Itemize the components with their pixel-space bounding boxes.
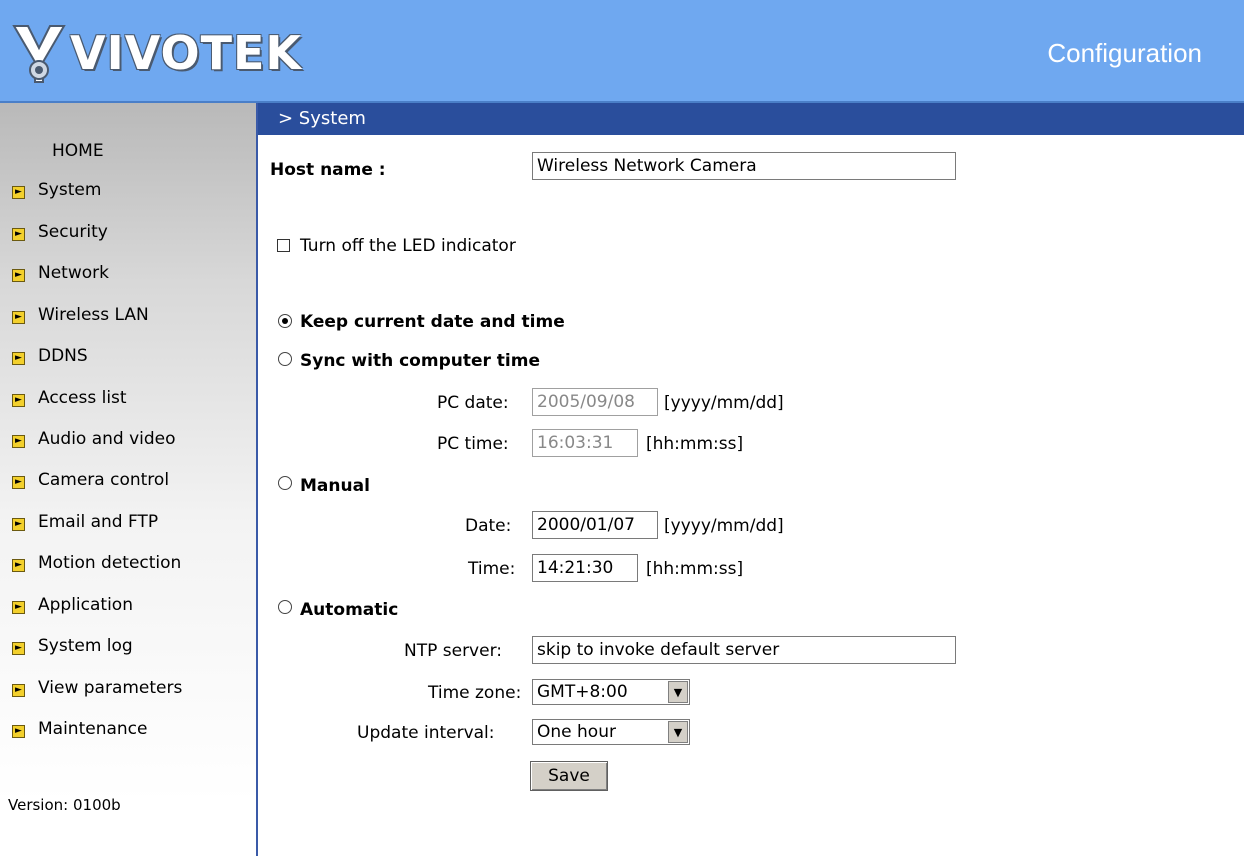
brand-wordmark: VIVOTEK xyxy=(70,26,303,80)
sidebar-item-label: Network xyxy=(38,263,109,283)
dropdown-arrow-icon[interactable]: ▼ xyxy=(668,681,688,703)
update-interval-value: One hour xyxy=(537,722,616,742)
sidebar-item-label: View parameters xyxy=(38,678,183,698)
arrow-right-icon: ► xyxy=(12,724,25,738)
version-label: Version: 0100b xyxy=(8,796,121,814)
sidebar-item-ddns[interactable]: ► DDNS xyxy=(12,344,88,368)
sidebar-item-security[interactable]: ► Security xyxy=(12,220,108,244)
update-interval-select[interactable]: One hour ▼ xyxy=(532,719,690,745)
time-zone-label: Time zone: xyxy=(428,683,522,703)
section-title: > System xyxy=(258,103,1244,135)
sidebar-item-system-log[interactable]: ► System log xyxy=(12,634,133,658)
vivotek-logo-icon xyxy=(12,25,66,83)
sidebar-item-motion-detection[interactable]: ► Motion detection xyxy=(12,551,181,575)
sidebar: HOME ► System ► Security ► Network ► Wir… xyxy=(0,103,258,856)
arrow-right-icon: ► xyxy=(12,641,25,655)
sync-time-label: Sync with computer time xyxy=(300,351,541,371)
time-label: Time: xyxy=(468,559,516,579)
pc-time-input[interactable]: 16:03:31 xyxy=(532,429,638,457)
sidebar-item-application[interactable]: ► Application xyxy=(12,593,133,617)
sidebar-item-label: System xyxy=(38,180,102,200)
host-name-input[interactable]: Wireless Network Camera xyxy=(532,152,956,180)
arrow-right-icon: ► xyxy=(12,683,25,697)
pc-time-label: PC time: xyxy=(437,434,509,454)
time-input[interactable]: 14:21:30 xyxy=(532,554,638,582)
arrow-right-icon: ► xyxy=(12,393,25,407)
led-label: Turn off the LED indicator xyxy=(300,236,516,256)
led-checkbox[interactable] xyxy=(277,239,290,252)
sidebar-item-maintenance[interactable]: ► Maintenance xyxy=(12,717,147,741)
arrow-right-icon: ► xyxy=(12,517,25,531)
automatic-radio[interactable] xyxy=(278,600,292,614)
sidebar-item-access-list[interactable]: ► Access list xyxy=(12,386,127,410)
sidebar-item-label: Application xyxy=(38,595,133,615)
arrow-right-icon: ► xyxy=(12,351,25,365)
sidebar-item-audio-and-video[interactable]: ► Audio and video xyxy=(12,427,176,451)
ntp-server-label: NTP server: xyxy=(404,641,502,661)
sidebar-item-wireless-lan[interactable]: ► Wireless LAN xyxy=(12,303,149,327)
manual-label: Manual xyxy=(300,476,370,496)
sidebar-item-label: Wireless LAN xyxy=(38,305,149,325)
sidebar-item-camera-control[interactable]: ► Camera control xyxy=(12,468,169,492)
arrow-right-icon: ► xyxy=(12,475,25,489)
keep-time-radio[interactable] xyxy=(278,314,292,328)
sidebar-item-label: System log xyxy=(38,636,133,656)
time-zone-select[interactable]: GMT+8:00 ▼ xyxy=(532,679,690,705)
sidebar-item-label: Motion detection xyxy=(38,553,182,573)
date-format: [yyyy/mm/dd] xyxy=(664,516,784,536)
arrow-right-icon: ► xyxy=(12,268,25,282)
arrow-right-icon: ► xyxy=(12,434,25,448)
date-input[interactable]: 2000/01/07 xyxy=(532,511,658,539)
sidebar-item-email-and-ftp[interactable]: ► Email and FTP xyxy=(12,510,158,534)
header-bar: VIVOTEK Configuration xyxy=(0,0,1244,103)
sidebar-item-view-parameters[interactable]: ► View parameters xyxy=(12,676,182,700)
sidebar-item-label: Email and FTP xyxy=(38,512,159,532)
host-name-label: Host name : xyxy=(270,160,386,180)
keep-time-label: Keep current date and time xyxy=(300,312,565,332)
arrow-right-icon: ► xyxy=(12,185,25,199)
sidebar-item-label: Access list xyxy=(38,388,127,408)
sidebar-item-label: Audio and video xyxy=(38,429,176,449)
manual-radio[interactable] xyxy=(278,476,292,490)
vivotek-logo: VIVOTEK xyxy=(10,18,302,88)
pc-date-format: [yyyy/mm/dd] xyxy=(664,393,784,413)
pc-date-input[interactable]: 2005/09/08 xyxy=(532,388,658,416)
pc-date-label: PC date: xyxy=(437,393,509,413)
arrow-right-icon: ► xyxy=(12,558,25,572)
arrow-right-icon: ► xyxy=(12,227,25,241)
save-button[interactable]: Save xyxy=(530,761,608,791)
sidebar-item-network[interactable]: ► Network xyxy=(12,261,109,285)
ntp-server-input[interactable]: skip to invoke default server xyxy=(532,636,956,664)
sidebar-item-label: Security xyxy=(38,222,108,242)
sidebar-item-label: Maintenance xyxy=(38,719,148,739)
page-title: Configuration xyxy=(1047,38,1202,68)
arrow-right-icon: ► xyxy=(12,600,25,614)
pc-time-format: [hh:mm:ss] xyxy=(646,434,744,454)
date-label: Date: xyxy=(465,516,512,536)
arrow-right-icon: ► xyxy=(12,310,25,324)
time-format: [hh:mm:ss] xyxy=(646,559,744,579)
automatic-label: Automatic xyxy=(300,600,399,620)
sidebar-item-home[interactable]: HOME xyxy=(52,141,104,161)
dropdown-arrow-icon[interactable]: ▼ xyxy=(668,721,688,743)
time-zone-value: GMT+8:00 xyxy=(537,682,628,702)
sidebar-item-label: DDNS xyxy=(38,346,88,366)
sidebar-item-label: Camera control xyxy=(38,470,170,490)
sync-time-radio[interactable] xyxy=(278,352,292,366)
sidebar-item-system[interactable]: ► System xyxy=(12,178,101,202)
update-interval-label: Update interval: xyxy=(357,723,495,743)
